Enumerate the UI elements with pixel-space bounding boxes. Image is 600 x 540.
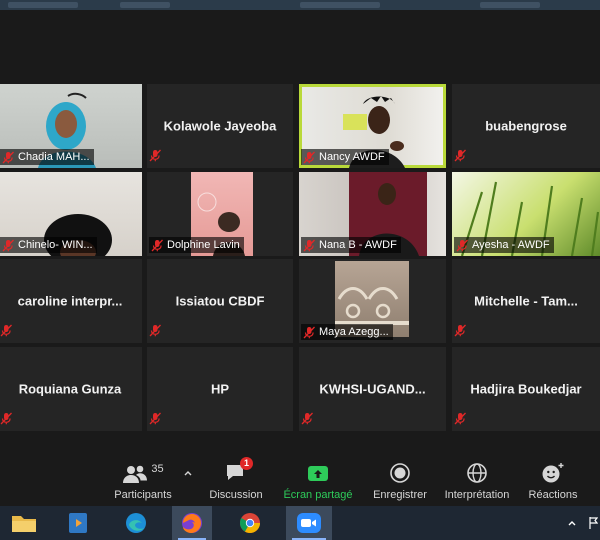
participant-tile[interactable]: buabengrose	[452, 84, 600, 168]
taskbar-file-explorer[interactable]	[4, 506, 44, 540]
participant-name: caroline interpr...	[17, 293, 123, 309]
participant-tile[interactable]: Issiatou CBDF	[147, 259, 293, 343]
participant-caption: Chadia MAH...	[0, 149, 94, 165]
participant-name: Ayesha - AWDF	[472, 239, 550, 251]
mute-indicator	[149, 149, 165, 165]
participant-name: Nana B - AWDF	[319, 239, 397, 251]
firefox-icon	[182, 513, 202, 533]
participant-name: Chinelo- WIN...	[18, 239, 93, 251]
zoom-meeting-window: Chadia MAH... Kolawole Jayeoba Nancy AWDF b…	[0, 10, 600, 516]
taskbar-flag[interactable]	[586, 506, 600, 540]
participant-caption: Nana B - AWDF	[301, 237, 401, 253]
windows-taskbar	[0, 506, 600, 540]
participant-name: Mitchelle - Tam...	[474, 293, 578, 309]
participant-name: Kolawole Jayeoba	[163, 118, 277, 134]
participant-tile[interactable]: Hadjira Boukedjar	[452, 347, 600, 431]
flag-icon	[589, 517, 598, 529]
mute-indicator	[454, 412, 470, 428]
mute-indicator	[0, 324, 16, 340]
participant-name: Maya Azegg...	[319, 326, 389, 338]
muted-mic-icon	[149, 412, 161, 425]
participant-tile[interactable]: caroline interpr...	[0, 259, 142, 343]
participant-caption: Dolphine Lavin	[149, 237, 244, 253]
chrome-icon	[239, 513, 260, 533]
mute-indicator	[454, 149, 470, 165]
record-label: Enregistrer	[373, 489, 427, 501]
muted-mic-icon	[149, 149, 161, 162]
participant-caption: Nancy AWDF	[301, 149, 389, 165]
participant-tile[interactable]: Dolphine Lavin	[147, 172, 293, 256]
mute-indicator	[454, 324, 470, 340]
muted-mic-icon	[301, 412, 313, 425]
reactions-label: Réactions	[528, 489, 578, 501]
media-player-icon	[69, 513, 87, 533]
participant-tile[interactable]: Nana B - AWDF	[299, 172, 446, 256]
participant-tile[interactable]: Roquiana Gunza	[0, 347, 142, 431]
muted-mic-icon	[0, 412, 12, 425]
share-screen-label: Écran partagé	[283, 489, 353, 501]
mute-indicator	[0, 412, 16, 428]
muted-mic-icon	[303, 151, 315, 163]
participant-name: Dolphine Lavin	[167, 239, 240, 251]
muted-mic-icon	[303, 326, 315, 338]
muted-mic-icon	[454, 324, 466, 337]
chevron-up-icon	[184, 471, 192, 476]
muted-mic-icon	[0, 324, 12, 337]
participant-tile[interactable]: Ayesha - AWDF	[452, 172, 600, 256]
taskbar-chrome[interactable]	[230, 506, 270, 540]
folder-icon	[12, 516, 36, 532]
participant-name: Issiatou CBDF	[175, 293, 265, 309]
record-icon	[390, 463, 410, 483]
muted-mic-icon	[456, 239, 468, 251]
chevron-up-icon	[568, 521, 576, 526]
mute-indicator	[301, 412, 317, 428]
participant-name: Nancy AWDF	[319, 151, 385, 163]
emoji-icon	[542, 463, 564, 483]
taskbar-edge[interactable]	[116, 506, 156, 540]
taskbar-zoom[interactable]	[286, 506, 332, 540]
participant-tile[interactable]: Mitchelle - Tam...	[452, 259, 600, 343]
participant-name: HP	[210, 381, 230, 397]
participants-label: Participants	[114, 489, 172, 501]
mute-indicator	[149, 412, 165, 428]
participant-tile[interactable]: Maya Azegg...	[299, 259, 446, 343]
edge-icon	[126, 513, 146, 533]
muted-mic-icon	[151, 239, 163, 251]
gallery-grid: Chadia MAH... Kolawole Jayeoba Nancy AWDF b…	[0, 84, 600, 440]
mute-indicator	[149, 324, 165, 340]
participant-tile[interactable]: KWHSI-UGAND...	[299, 347, 446, 431]
muted-mic-icon	[2, 151, 14, 163]
taskbar-show-hidden-icons[interactable]	[560, 506, 584, 540]
participant-tile[interactable]: Kolawole Jayeoba	[147, 84, 293, 168]
participant-tile[interactable]: Nancy AWDF	[299, 84, 446, 168]
participant-name: Hadjira Boukedjar	[470, 381, 582, 397]
background-window-strip	[0, 0, 600, 10]
taskbar-firefox[interactable]	[172, 506, 212, 540]
participant-caption: Maya Azegg...	[301, 324, 393, 340]
share-screen-icon	[308, 466, 328, 481]
chat-badge: 1	[240, 457, 254, 470]
zoom-icon	[297, 513, 321, 533]
participant-name: KWHSI-UGAND...	[319, 381, 426, 397]
participant-caption: Chinelo- WIN...	[0, 237, 97, 253]
muted-mic-icon	[454, 412, 466, 425]
participant-name: Chadia MAH...	[18, 151, 90, 163]
interpretation-label: Interprétation	[444, 489, 510, 501]
participant-name: buabengrose	[485, 118, 567, 134]
participant-caption: Ayesha - AWDF	[454, 237, 554, 253]
participant-tile[interactable]: Chinelo- WIN...	[0, 172, 142, 256]
taskbar-media-player[interactable]	[58, 506, 98, 540]
muted-mic-icon	[149, 324, 161, 337]
participant-tile[interactable]: HP	[147, 347, 293, 431]
participant-name: Roquiana Gunza	[18, 381, 122, 397]
globe-icon	[467, 463, 487, 483]
chat-label: Discussion	[209, 489, 263, 501]
participants-count: 35	[151, 463, 164, 475]
muted-mic-icon	[2, 239, 14, 251]
participant-tile[interactable]: Chadia MAH...	[0, 84, 142, 168]
muted-mic-icon	[454, 149, 466, 162]
participants-icon	[123, 465, 148, 483]
muted-mic-icon	[303, 239, 315, 251]
